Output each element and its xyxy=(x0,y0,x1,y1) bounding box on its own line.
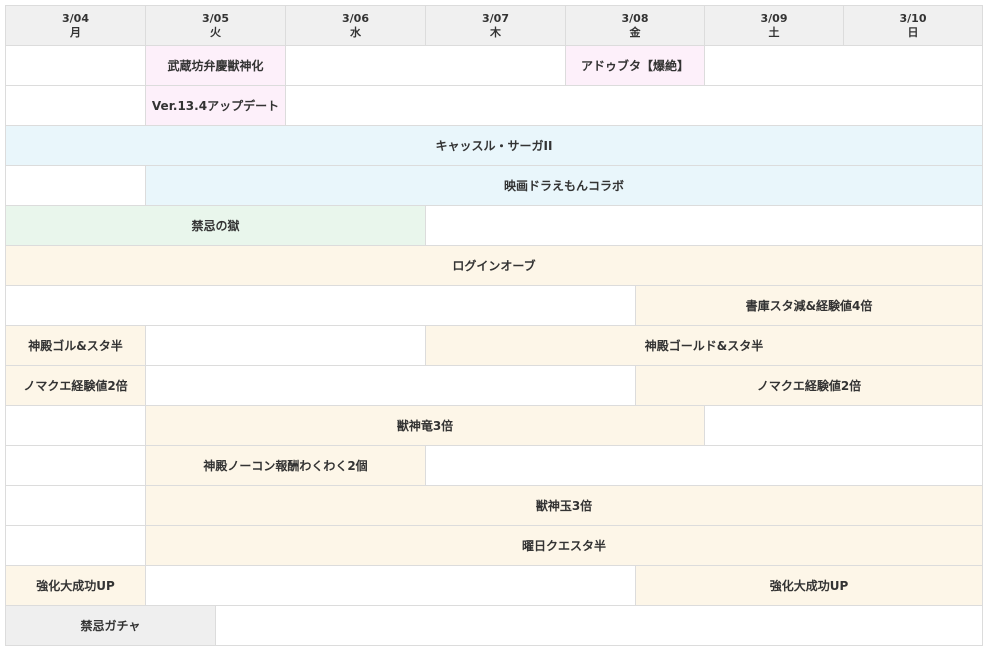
empty-cell xyxy=(286,86,983,126)
weekday-label: 土 xyxy=(768,26,780,39)
weekday-label: 火 xyxy=(210,26,221,39)
event-adoubuta[interactable]: アドゥブタ【爆絶】 xyxy=(566,46,705,86)
event-temple-gold-stamina-2[interactable]: 神殿ゴールド&スタ半 xyxy=(426,326,983,366)
event-musashibo-benkei[interactable]: 武蔵坊弁慶獣神化 xyxy=(146,46,286,86)
day-header-sat: 3/09 土 xyxy=(705,6,844,46)
date-label: 3/07 xyxy=(482,12,509,25)
empty-cell xyxy=(6,486,146,526)
event-castle-saga[interactable]: キャッスル・サーガII xyxy=(6,126,983,166)
empty-cell xyxy=(6,166,146,206)
empty-cell xyxy=(286,46,566,86)
date-label: 3/06 xyxy=(342,12,369,25)
day-header-tue: 3/05 火 xyxy=(146,6,286,46)
date-label: 3/04 xyxy=(62,12,89,25)
date-label: 3/10 xyxy=(899,12,927,25)
day-header-fri: 3/08 金 xyxy=(566,6,705,46)
empty-cell xyxy=(216,606,983,646)
empty-cell xyxy=(705,46,983,86)
empty-cell xyxy=(6,446,146,486)
day-header-mon: 3/04 月 xyxy=(6,6,146,46)
empty-cell xyxy=(6,526,146,566)
date-label: 3/09 xyxy=(760,12,788,25)
event-calendar: 3/04 月 3/05 火 3/06 水 3/07 木 3/08 金 3/09 … xyxy=(5,5,983,646)
event-weekday-quest-stamina[interactable]: 曜日クエスタ半 xyxy=(146,526,983,566)
event-version-update[interactable]: Ver.13.4アップデート xyxy=(146,86,286,126)
day-header-sun: 3/10 日 xyxy=(844,6,983,46)
event-normal-quest-exp[interactable]: ノマクエ経験値2倍 xyxy=(6,366,146,406)
empty-cell xyxy=(146,566,636,606)
day-header-thu: 3/07 木 xyxy=(426,6,566,46)
event-library-stamina-exp[interactable]: 書庫スタ減&経験値4倍 xyxy=(636,286,983,326)
empty-cell xyxy=(705,406,983,446)
weekday-label: 月 xyxy=(70,26,81,39)
empty-cell xyxy=(426,446,983,486)
weekday-label: 水 xyxy=(350,26,361,39)
event-enhance-success-up[interactable]: 強化大成功UP xyxy=(6,566,146,606)
empty-cell xyxy=(146,326,426,366)
event-temple-gold-stamina[interactable]: 神殿ゴル&スタ半 xyxy=(6,326,146,366)
event-doraemon-collab[interactable]: 映画ドラえもんコラボ xyxy=(146,166,983,206)
event-temple-nocon-reward[interactable]: 神殿ノーコン報酬わくわく2個 xyxy=(146,446,426,486)
day-header-wed: 3/06 水 xyxy=(286,6,426,46)
empty-cell xyxy=(6,406,146,446)
date-label: 3/08 xyxy=(621,12,649,25)
event-normal-quest-exp-2[interactable]: ノマクエ経験値2倍 xyxy=(636,366,983,406)
empty-cell xyxy=(6,86,146,126)
event-enhance-success-up-2[interactable]: 強化大成功UP xyxy=(636,566,983,606)
event-login-orb[interactable]: ログインオーブ xyxy=(6,246,983,286)
weekday-label: 木 xyxy=(490,26,501,39)
weekday-label: 日 xyxy=(907,26,919,39)
empty-cell xyxy=(6,286,636,326)
weekday-label: 金 xyxy=(629,26,641,39)
empty-cell xyxy=(426,206,983,246)
event-kinki-gacha[interactable]: 禁忌ガチャ xyxy=(6,606,216,646)
date-label: 3/05 xyxy=(202,12,229,25)
empty-cell xyxy=(6,46,146,86)
event-beast-dragon-3x[interactable]: 獣神竜3倍 xyxy=(146,406,705,446)
event-beast-orb-3x[interactable]: 獣神玉3倍 xyxy=(146,486,983,526)
empty-cell xyxy=(146,366,636,406)
event-kinki-no-goku[interactable]: 禁忌の獄 xyxy=(6,206,426,246)
